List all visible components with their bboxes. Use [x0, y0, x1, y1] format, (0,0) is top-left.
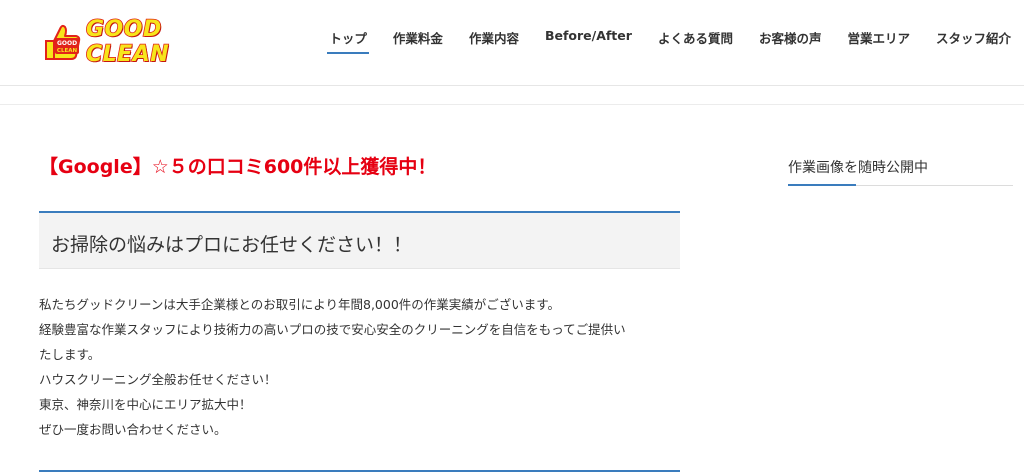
intro-line: 東京、神奈川を中心にエリア拡大中！ — [39, 397, 252, 412]
sidebar-title-accent — [788, 184, 856, 186]
intro-line: ハウスクリーニング全般お任せください！ — [39, 372, 277, 387]
nav-item-service-area[interactable]: 営業エリア — [847, 0, 910, 56]
global-nav: トップ 作業料金 作業内容 Before/After よくある質問 お客様の声 … — [316, 0, 1024, 86]
sidebar-widget-title: 作業画像を随時公開中 — [788, 160, 928, 176]
site-logo[interactable]: GOOD CLEAN GOOD CLEAN — [40, 16, 230, 68]
site-header: GOOD CLEAN GOOD CLEAN トップ 作業料金 作業内容 Befo… — [0, 0, 1024, 86]
intro-line: ぜひ一度お問い合わせください。 — [39, 422, 227, 437]
section-heading: お掃除の悩みはプロにお任せください！！ — [51, 234, 413, 256]
intro-line: 経験豊富な作業スタッフにより技術力の高いプロの技で安心安全のクリーニングを自信を… — [39, 322, 626, 337]
google-review-promo: 【Google】☆５の口コミ600件以上獲得中！ — [39, 156, 437, 178]
logo-wordmark: GOOD CLEAN — [85, 16, 170, 68]
nav-item-services[interactable]: 作業内容 — [469, 0, 519, 56]
header-sub-divider — [0, 104, 1024, 105]
nav-item-before-after[interactable]: Before/After — [545, 0, 632, 56]
nav-item-testimonials[interactable]: お客様の声 — [759, 0, 822, 56]
next-section-rule — [39, 470, 680, 472]
intro-line: 私たちグッドクリーンは大手企業様とのお取引により年間8,000件の作業実績がござ… — [39, 297, 561, 312]
nav-item-top[interactable]: トップ — [327, 0, 369, 56]
svg-text:CLEAN: CLEAN — [57, 48, 78, 54]
svg-text:GOOD: GOOD — [57, 40, 77, 47]
nav-item-pricing[interactable]: 作業料金 — [393, 0, 443, 56]
section-heading-box: お掃除の悩みはプロにお任せください！！ — [39, 211, 680, 269]
intro-paragraph: 私たちグッドクリーンは大手企業様とのお取引により年間8,000件の作業実績がござ… — [39, 292, 699, 442]
nav-item-staff[interactable]: スタッフ紹介 — [936, 0, 1011, 56]
intro-line: たします。 — [39, 347, 101, 362]
thumbs-up-logo-icon: GOOD CLEAN — [45, 24, 81, 60]
nav-item-faq[interactable]: よくある質問 — [658, 0, 733, 56]
